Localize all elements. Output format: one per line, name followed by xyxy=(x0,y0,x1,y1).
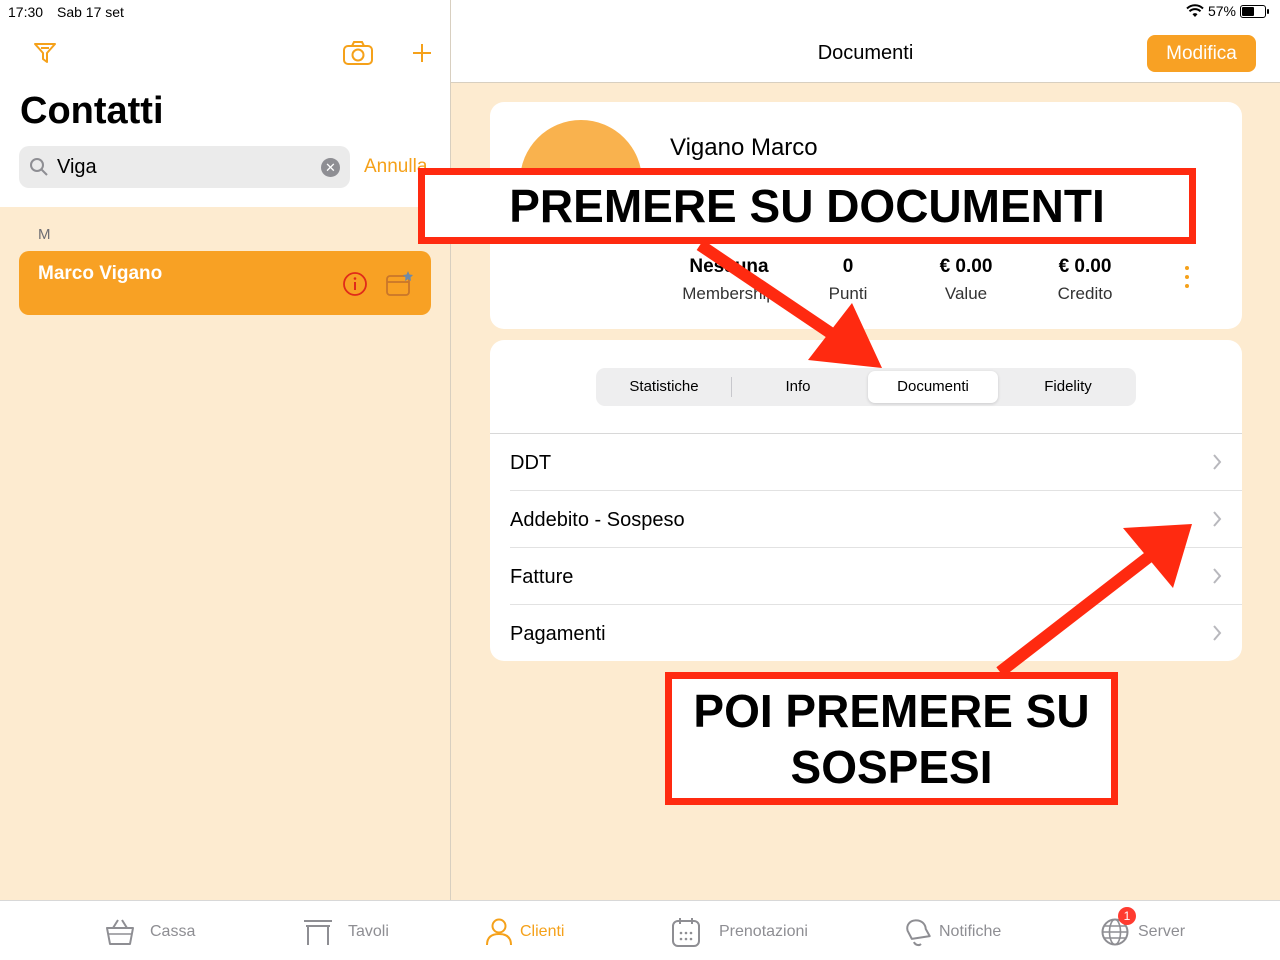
battery-percent: 57% xyxy=(1207,3,1236,19)
stat-value-amount: € 0.00 Value xyxy=(906,256,1026,304)
tab-label: Prenotazioni xyxy=(719,923,808,940)
person-icon xyxy=(486,918,512,946)
stat-value: 0 xyxy=(842,256,854,277)
info-icon[interactable] xyxy=(342,271,368,297)
chevron-right-icon xyxy=(1213,568,1222,584)
camera-icon[interactable] xyxy=(340,38,376,68)
more-options-icon[interactable] xyxy=(1183,266,1191,292)
segment-divider xyxy=(731,377,732,397)
tab-label: Clienti xyxy=(520,923,565,940)
tab-cassa[interactable]: Cassa xyxy=(104,915,195,949)
tab-info[interactable]: Info xyxy=(733,371,863,403)
status-right: 57% xyxy=(1186,3,1269,19)
edit-button[interactable]: Modifica xyxy=(1147,35,1256,72)
table-icon xyxy=(304,920,332,945)
stat-punti: 0 Punti xyxy=(788,256,908,304)
tab-notifiche[interactable]: Notifiche xyxy=(903,915,1001,949)
stat-credito: € 0.00 Credito xyxy=(1025,256,1145,304)
list-item-label: Pagamenti xyxy=(510,623,606,645)
battery-icon xyxy=(1240,4,1269,18)
customer-name: Vigano Marco xyxy=(670,134,818,161)
annotation-second-step: POI PREMERE SU SOSPESI xyxy=(665,672,1118,805)
tab-documenti[interactable]: Documenti xyxy=(868,371,998,403)
tab-label: Server xyxy=(1138,923,1186,940)
chevron-right-icon xyxy=(1213,625,1222,641)
tab-label: Tavoli xyxy=(348,923,389,940)
server-badge: 1 xyxy=(1118,907,1136,925)
list-item-addebito-sospeso[interactable]: Addebito - Sospeso xyxy=(490,491,1242,548)
search-input[interactable]: Viga ✕ xyxy=(19,146,350,188)
stat-value: € 0.00 xyxy=(1058,256,1112,277)
status-bar: 17:30 Sab 17 set 57% xyxy=(0,0,1280,24)
contact-row-selected[interactable]: Marco Vigano xyxy=(19,251,431,315)
stat-value: € 0.00 xyxy=(939,256,993,277)
list-item-label: Addebito - Sospeso xyxy=(510,509,685,531)
search-value: Viga xyxy=(57,156,97,178)
list-item-pagamenti[interactable]: Pagamenti xyxy=(490,605,1242,661)
tab-label: Notifiche xyxy=(939,923,1002,940)
basket-icon xyxy=(106,919,134,945)
wifi-icon xyxy=(1186,4,1204,17)
stat-label: Credito xyxy=(1057,284,1113,303)
status-date: Sab 17 set xyxy=(57,4,124,20)
list-item-fatture[interactable]: Fatture xyxy=(490,548,1242,605)
stat-label: Value xyxy=(944,284,988,303)
tab-label: Cassa xyxy=(150,923,196,940)
section-header: M xyxy=(38,226,51,243)
chevron-right-icon xyxy=(1213,454,1222,470)
tab-server[interactable]: 1 Server xyxy=(1100,907,1186,949)
page-title: Contatti xyxy=(20,90,164,132)
tab-fidelity[interactable]: Fidelity xyxy=(1003,371,1133,403)
tab-statistiche[interactable]: Statistiche xyxy=(599,371,729,403)
list-item-ddt[interactable]: DDT xyxy=(490,434,1242,491)
tab-clienti[interactable]: Clienti xyxy=(484,915,564,949)
bell-icon xyxy=(906,919,931,947)
contact-name: Marco Vigano xyxy=(38,263,163,284)
tab-prenotazioni[interactable]: Prenotazioni xyxy=(671,915,808,949)
documents-card: Statistiche Info Documenti Fidelity DDT … xyxy=(490,340,1242,661)
clear-search-icon[interactable]: ✕ xyxy=(321,158,340,177)
card-star-icon[interactable] xyxy=(385,270,415,298)
filter-icon[interactable] xyxy=(30,38,60,68)
stat-value: Nessuna xyxy=(689,256,769,277)
stat-membership: Nessuna Membership xyxy=(669,256,789,304)
segmented-control: Statistiche Info Documenti Fidelity xyxy=(596,368,1136,406)
annotation-first-step: PREMERE SU DOCUMENTI xyxy=(418,168,1196,244)
tab-bar: Cassa Tavoli Clienti Prenotazioni Notifi… xyxy=(0,900,1280,960)
stat-label: Punti xyxy=(828,284,868,303)
tab-tavoli[interactable]: Tavoli xyxy=(302,915,389,949)
list-item-label: DDT xyxy=(510,452,552,474)
status-time: 17:30 xyxy=(8,4,44,20)
contacts-header: Contatti Viga ✕ Annulla xyxy=(0,0,450,207)
chevron-right-icon xyxy=(1213,511,1222,527)
list-item-label: Fatture xyxy=(510,566,574,588)
stat-label: Membership xyxy=(682,284,776,303)
split-divider xyxy=(450,0,451,900)
calendar-icon xyxy=(672,918,700,947)
search-icon xyxy=(30,158,48,176)
add-contact-icon[interactable] xyxy=(408,38,436,68)
